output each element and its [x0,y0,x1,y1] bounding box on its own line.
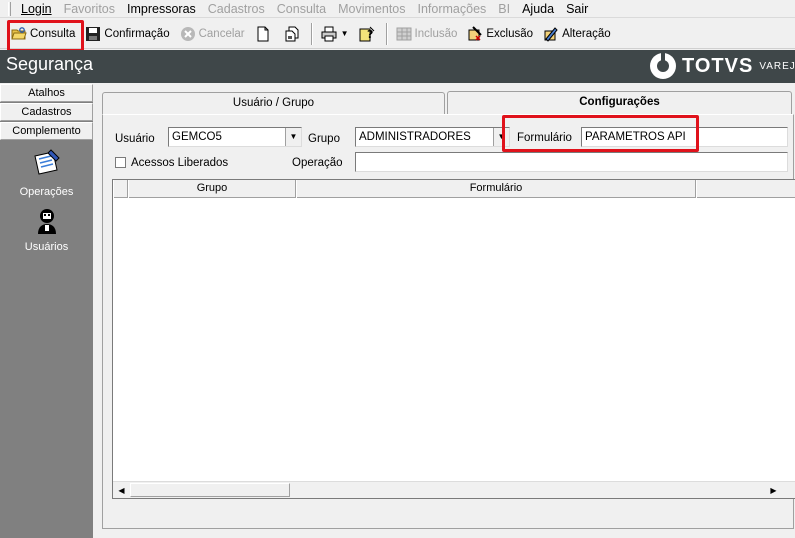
scroll-right-button[interactable]: ▶ [765,482,782,498]
page-title: Segurança [6,54,94,74]
usuario-label: Usuário [115,133,155,145]
formulario-value: PARAMETROS API [585,131,686,143]
menu-impressoras[interactable]: Impressoras [121,1,202,17]
results-grid[interactable]: Grupo Formulário ◀ ▶ [112,179,795,499]
chevron-left-icon: ◀ [118,485,125,495]
confirmacao-button[interactable]: Confirmação [80,21,174,47]
grupo-value: ADMINISTRADORES [359,131,471,143]
operacao-label: Operação [292,157,343,169]
brand-name: TOTVS [682,54,754,77]
tab-usuario-grupo[interactable]: Usuário / Grupo [102,92,445,114]
new-document-button[interactable] [250,21,279,47]
open-folder-icon [11,26,27,42]
toolbar: Consulta Confirmação Cancelar ▼ ? Inclus… [0,19,795,49]
inclusao-button[interactable]: Inclusão [391,21,463,47]
menu-movimentos[interactable]: Movimentos [332,1,411,17]
operacao-field[interactable] [355,152,788,172]
formulario-field[interactable]: PARAMETROS API [581,127,788,147]
new-document-icon [255,26,271,42]
grid-col-formulario[interactable]: Formulário [296,180,696,198]
menu-login[interactable]: Login [15,1,58,17]
grupo-combo[interactable]: ADMINISTRADORES ▼ [355,127,510,147]
menu-bar: Login Favoritos Impressoras Cadastros Co… [0,0,795,18]
totvs-logo-icon [650,53,676,79]
consulta-button[interactable]: Consulta [6,21,80,47]
menu-consulta[interactable]: Consulta [271,1,332,17]
menu-informacoes[interactable]: Informações [412,1,493,17]
cancel-icon [180,26,196,42]
toolbar-separator [385,22,388,45]
sidebar-item-label: Operações [19,186,74,198]
cancelar-button[interactable]: Cancelar [175,21,250,47]
alteracao-button[interactable]: Alteração [538,21,616,47]
formulario-label: Formulário [517,132,572,144]
chevron-down-icon: ▼ [497,132,506,141]
sidebar-item-usuarios[interactable]: Usuários [0,207,93,253]
alteracao-label: Alteração [562,27,611,40]
exclusao-label: Exclusão [486,27,534,40]
menu-cadastros[interactable]: Cadastros [202,1,271,17]
users-icon [35,207,59,235]
configuracoes-page: Usuário GEMCO5 ▼ Grupo ADMINISTRADORES ▼… [102,114,795,529]
inclusao-label: Inclusão [414,27,458,40]
confirmacao-label: Confirmação [104,27,170,40]
menu-sair[interactable]: Sair [560,1,594,17]
exclusao-button[interactable]: Exclusão [462,21,538,47]
grid-col-grupo[interactable]: Grupo [128,180,296,198]
sidebar-item-label: Usuários [24,241,69,253]
main-area: Usuário / Grupo Configurações Usuário GE… [94,84,795,538]
consulta-label: Consulta [30,27,76,40]
scroll-thumb[interactable] [130,483,290,497]
grid-col-extra[interactable] [696,180,795,198]
totvs-logo: TOTVS VAREJO [650,53,795,79]
sidebar-tab-atalhos[interactable]: Atalhos [0,84,93,102]
scroll-left-button[interactable]: ◀ [113,482,130,498]
usuario-value: GEMCO5 [172,131,222,143]
copy-document-icon [284,26,300,42]
brand-sub: VAREJO [759,60,795,72]
usuario-dropdown-button[interactable]: ▼ [285,128,301,146]
toolbar-separator [310,22,313,45]
copy-document-button[interactable] [279,21,308,47]
horizontal-scrollbar[interactable]: ◀ ▶ [113,481,795,498]
sidebar-tab-cadastros[interactable]: Cadastros [0,103,93,121]
acessos-liberados-label: Acessos Liberados [131,157,229,169]
grid-header: Grupo Formulário [113,180,795,198]
grupo-dropdown-button[interactable]: ▼ [493,128,509,146]
header-band: Segurança TOTVS VAREJO [0,50,795,83]
chevron-down-icon: ▼ [289,132,298,141]
grid-indicator-column [113,180,128,198]
printer-icon [321,26,337,42]
chevron-right-icon: ▶ [770,485,777,495]
chevron-down-icon: ▼ [340,29,349,38]
menu-ajuda[interactable]: Ajuda [516,1,560,17]
edit-record-icon [543,26,559,42]
menu-bi[interactable]: BI [492,1,516,17]
sidebar-item-operacoes[interactable]: Operações [0,148,93,198]
delete-record-icon [467,25,483,42]
help-button[interactable]: ? [354,21,383,47]
grupo-label: Grupo [308,133,340,145]
menu-grip [8,1,11,16]
sidebar-tab-complemento[interactable]: Complemento [0,122,93,140]
grid-add-icon [396,26,412,42]
menu-favoritos[interactable]: Favoritos [58,1,121,17]
acessos-liberados-checkbox[interactable] [115,157,126,168]
tab-strip: Usuário / Grupo Configurações [102,91,792,115]
help-icon: ? [359,26,375,42]
save-disk-icon [85,26,101,42]
usuario-combo[interactable]: GEMCO5 ▼ [168,127,302,147]
cancelar-label: Cancelar [198,27,245,40]
tab-configuracoes[interactable]: Configurações [447,91,792,115]
sidebar: Atalhos Cadastros Complemento Operações … [0,84,93,538]
operations-icon [31,148,63,180]
print-button[interactable]: ▼ [316,21,354,47]
